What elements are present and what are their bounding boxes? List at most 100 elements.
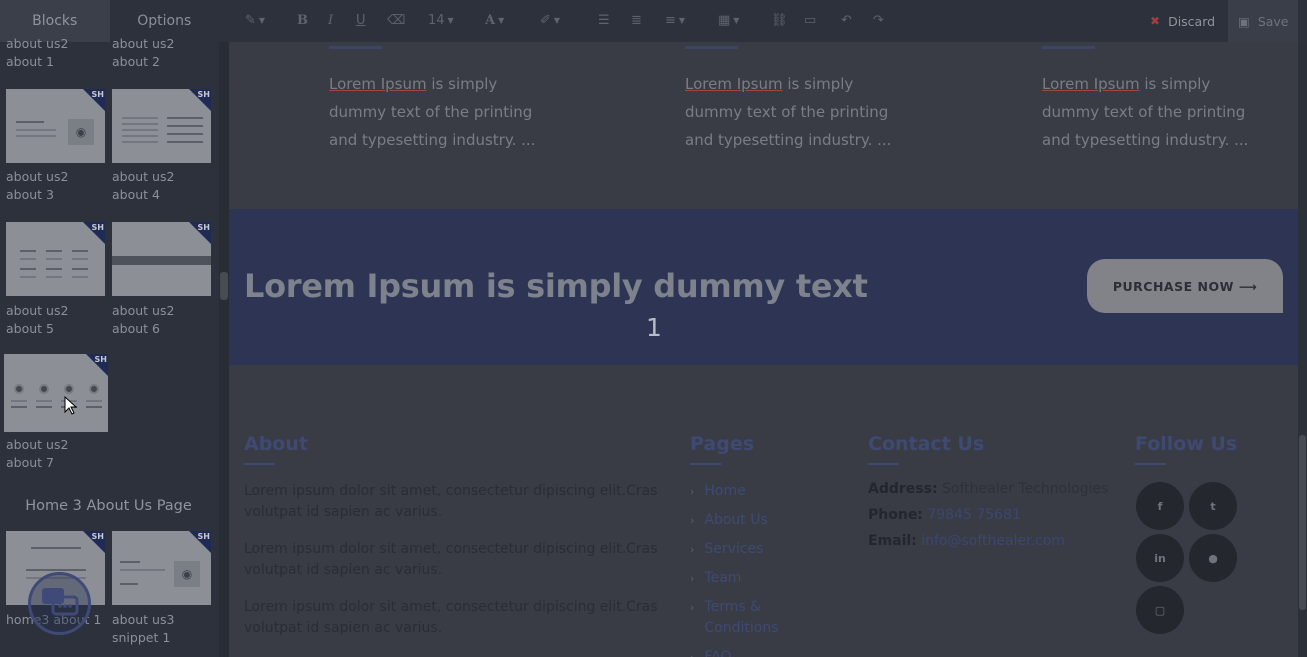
page-link-team[interactable]: › Team — [690, 568, 810, 589]
camera-icon: ◉ — [68, 119, 94, 145]
page-link-about-us[interactable]: › About Us — [690, 510, 810, 531]
image-icon[interactable]: ▭ — [804, 10, 816, 30]
feature-link[interactable]: Lorem Ipsum — [329, 75, 427, 93]
page-link-label: Home — [704, 483, 746, 499]
page-link-home[interactable]: › Home — [690, 481, 810, 502]
snippet-label: about us2 about 7 — [6, 437, 69, 470]
snippet-thumbnail[interactable]: SH — [4, 354, 108, 432]
footer-pages: Pages — [690, 433, 754, 465]
snippet-badge: SH — [197, 223, 210, 232]
undo-icon[interactable]: ↶ — [841, 10, 852, 30]
redo-icon[interactable]: ↷ — [873, 10, 884, 30]
snippet-section-title: Home 3 About Us Page — [25, 498, 192, 514]
editor-toolbar: ✎ ▼ B I U ⌫ 14 ▼ A ▼ ✐ ▼ ☰ ≣ ≡ ▼ ▦ ▼ ⛓ ▭ ↶ ↷ — [219, 0, 1307, 42]
floppy-disk-icon: ▣ — [1238, 13, 1250, 29]
magic-wand-icon[interactable]: ✎ ▼ — [245, 10, 265, 30]
font-color-icon[interactable]: A ▼ — [485, 10, 504, 30]
cta-banner: Lorem Ipsum is simply dummy text 1 PURCH… — [229, 209, 1298, 365]
contact-address: Address: Softhealer Technologies — [868, 481, 1108, 497]
panel-scrollbar-thumb[interactable] — [220, 272, 228, 300]
brush-icon[interactable]: ✐ ▼ — [540, 10, 560, 30]
footer-heading: Contact Us — [868, 433, 985, 455]
page-link-label: FAQ — [704, 649, 732, 657]
discard-button[interactable]: ✖ Discard — [1150, 0, 1215, 42]
font-size-value: 14 — [428, 12, 445, 28]
feature-underline — [329, 46, 382, 49]
page-link-label: Terms & Conditions — [704, 599, 779, 636]
page-link-services[interactable]: › Services — [690, 539, 810, 560]
about-paragraph: Lorem ipsum dolor sit amet, consectetur … — [244, 599, 658, 636]
panel-scrollbar[interactable] — [219, 42, 229, 657]
feature-underline — [685, 46, 738, 49]
footer-heading: Pages — [690, 433, 755, 455]
feature-text: Lorem Ipsum is simply dummy text of the … — [685, 70, 895, 154]
pages-list: › Home › About Us › Services › Team › Terms &… — [690, 481, 810, 657]
chevron-right-icon: › — [690, 601, 695, 614]
footer-follow: Follow Us — [1135, 433, 1237, 465]
page-link-faq[interactable]: › FAQ — [690, 647, 810, 657]
font-size-select[interactable]: 14 ▼ — [428, 10, 454, 30]
eraser-icon[interactable]: ⌫ — [387, 10, 405, 30]
snippet-label: about us2 about 5 — [6, 303, 69, 336]
contact-email: Email: info@softhealer.com — [868, 533, 1065, 549]
chevron-right-icon: › — [690, 647, 694, 657]
close-icon: ✖ — [1150, 14, 1161, 28]
footer-about: About — [244, 433, 308, 465]
snippet-thumbnail[interactable]: SH — [112, 89, 211, 163]
heading-underline — [868, 463, 899, 465]
snippet-thumbnail[interactable]: ◉ SH — [6, 89, 105, 163]
snippet-label: about us2 about 1 — [6, 36, 69, 69]
linkedin-icon[interactable]: in — [1136, 534, 1184, 582]
heading-underline — [1135, 463, 1166, 465]
snippet-label: about us2 about 6 — [112, 303, 175, 336]
purchase-now-button[interactable]: PURCHASE NOW ⟶ — [1087, 259, 1283, 313]
snippet-thumbnail[interactable]: SH — [112, 222, 211, 296]
bold-icon[interactable]: B — [297, 10, 308, 30]
facebook-icon[interactable]: f — [1136, 482, 1184, 530]
banner-number: 1 — [646, 313, 662, 342]
page-link-label: Team — [704, 570, 742, 586]
snippet-label: about us3 snippet 1 — [112, 612, 175, 645]
discard-label: Discard — [1168, 13, 1216, 29]
unordered-list-icon[interactable]: ☰ — [598, 10, 610, 30]
feature-text: Lorem Ipsum is simply dummy text of the … — [1042, 70, 1252, 154]
chevron-right-icon: › — [690, 543, 695, 556]
footer-contact: Contact Us — [868, 433, 984, 465]
italic-icon[interactable]: I — [328, 10, 333, 30]
banner-title: Lorem Ipsum is simply dummy text — [244, 267, 868, 305]
align-icon[interactable]: ≡ ▼ — [665, 10, 685, 30]
underline-icon[interactable]: U — [356, 10, 366, 30]
save-button[interactable]: ▣ Save — [1228, 0, 1298, 42]
snippet-label: about us2 about 2 — [112, 36, 175, 69]
link-icon[interactable]: ⛓ — [771, 10, 788, 30]
about-paragraph: Lorem ipsum dolor sit amet, consectetur … — [244, 541, 658, 578]
contact-label: Address: — [868, 481, 938, 497]
contact-label: Phone: — [868, 507, 923, 523]
page-link-terms[interactable]: › Terms & Conditions — [690, 597, 780, 639]
email-link[interactable]: info@softhealer.com — [921, 533, 1065, 549]
feature-text: Lorem Ipsum is simply dummy text of the … — [329, 70, 539, 154]
snippet-badge: SH — [91, 223, 104, 232]
twitter-icon[interactable]: t — [1189, 482, 1237, 530]
snippet-thumbnail[interactable]: ◉ SH — [112, 531, 211, 605]
snippet-label: about us2 about 3 — [6, 169, 69, 202]
page-canvas: Lorem Ipsum is simply dummy text of the … — [229, 42, 1298, 657]
feature-link[interactable]: Lorem Ipsum — [685, 75, 783, 93]
chat-bubble-icon[interactable] — [28, 572, 91, 635]
snippet-thumbnail[interactable]: SH — [6, 222, 105, 296]
snippet-badge: SH — [197, 90, 210, 99]
chevron-right-icon: › — [690, 572, 695, 585]
instagram-icon[interactable]: ▢ — [1136, 586, 1184, 634]
about-paragraph: Lorem ipsum dolor sit amet, consectetur … — [244, 483, 658, 520]
github-icon[interactable]: ● — [1189, 534, 1237, 582]
mouse-cursor-icon — [64, 396, 78, 415]
heading-underline — [690, 463, 721, 465]
table-icon[interactable]: ▦ ▼ — [718, 10, 739, 30]
contact-label: Email: — [868, 533, 917, 549]
canvas-scrollbar-thumb[interactable] — [1299, 435, 1306, 610]
phone-link[interactable]: 79845 75681 — [927, 507, 1021, 523]
page-link-label: Services — [704, 541, 764, 557]
footer-heading: Follow Us — [1135, 433, 1238, 455]
ordered-list-icon[interactable]: ≣ — [631, 10, 642, 30]
feature-link[interactable]: Lorem Ipsum — [1042, 75, 1140, 93]
